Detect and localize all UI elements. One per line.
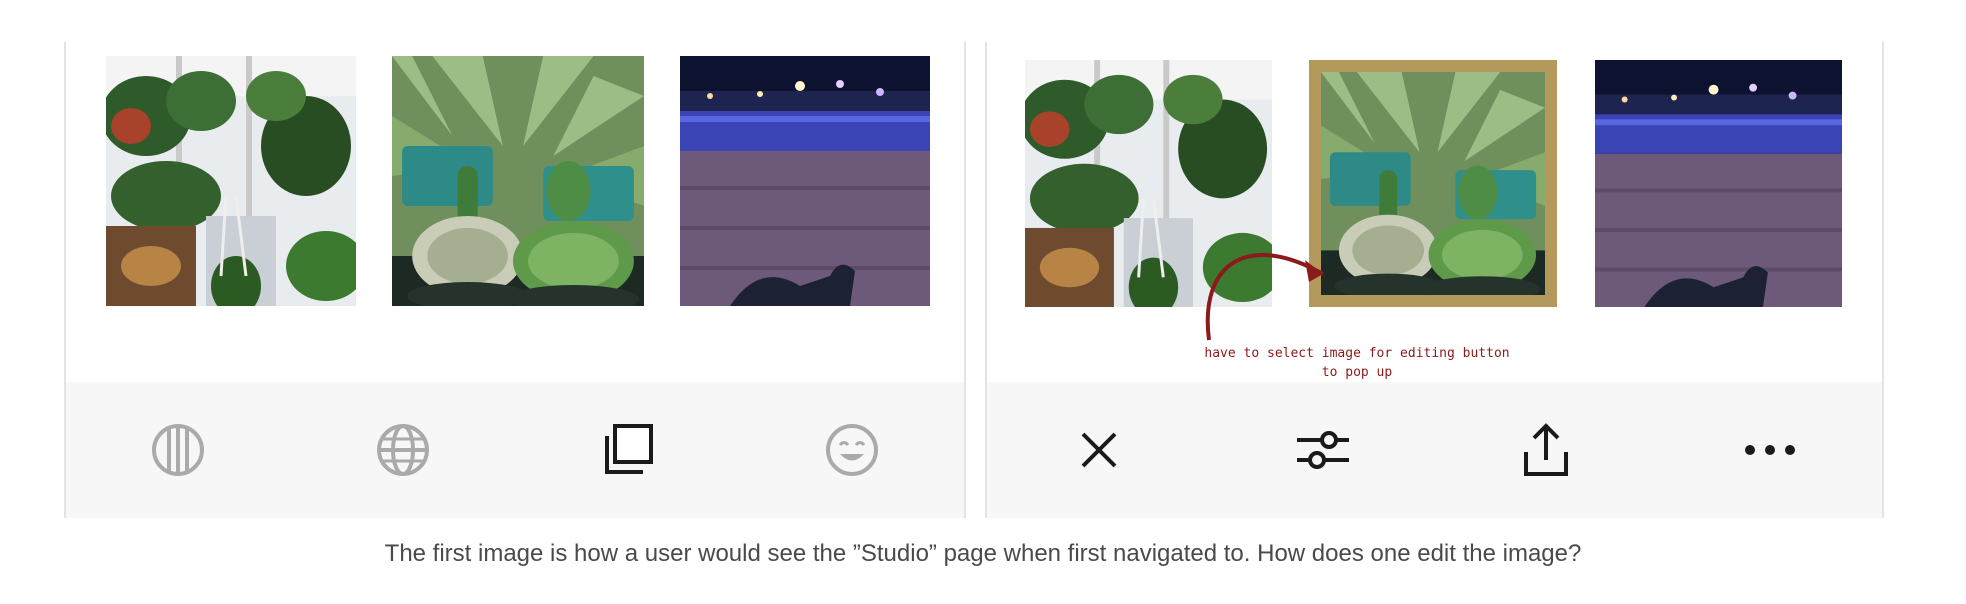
figure-caption: The first image is how a user would see …	[384, 540, 1582, 567]
columns-circle-icon[interactable]	[143, 415, 213, 485]
annotation-note: have to select image for editing button …	[1167, 344, 1547, 382]
studio-panel-selected: have to select image for editing button …	[985, 42, 1884, 518]
thumbnail-cacti[interactable]	[392, 56, 644, 306]
globe-icon[interactable]	[368, 415, 438, 485]
studio-panel-initial	[64, 42, 966, 518]
annotation-line-1: have to select image for editing button	[1204, 346, 1510, 361]
thumbnail-pool[interactable]	[680, 56, 930, 306]
more-dots-icon[interactable]	[1735, 415, 1805, 485]
close-icon[interactable]	[1064, 415, 1134, 485]
annotation-line-2: to pop up	[1321, 365, 1393, 380]
share-upload-icon[interactable]	[1511, 415, 1581, 485]
stacked-squares-icon[interactable]	[592, 415, 662, 485]
smiley-face-icon[interactable]	[817, 415, 887, 485]
adjust-sliders-icon[interactable]	[1288, 415, 1358, 485]
bottom-toolbar	[66, 382, 964, 518]
edit-toolbar	[987, 382, 1882, 518]
thumbnail-plants[interactable]	[106, 56, 356, 306]
